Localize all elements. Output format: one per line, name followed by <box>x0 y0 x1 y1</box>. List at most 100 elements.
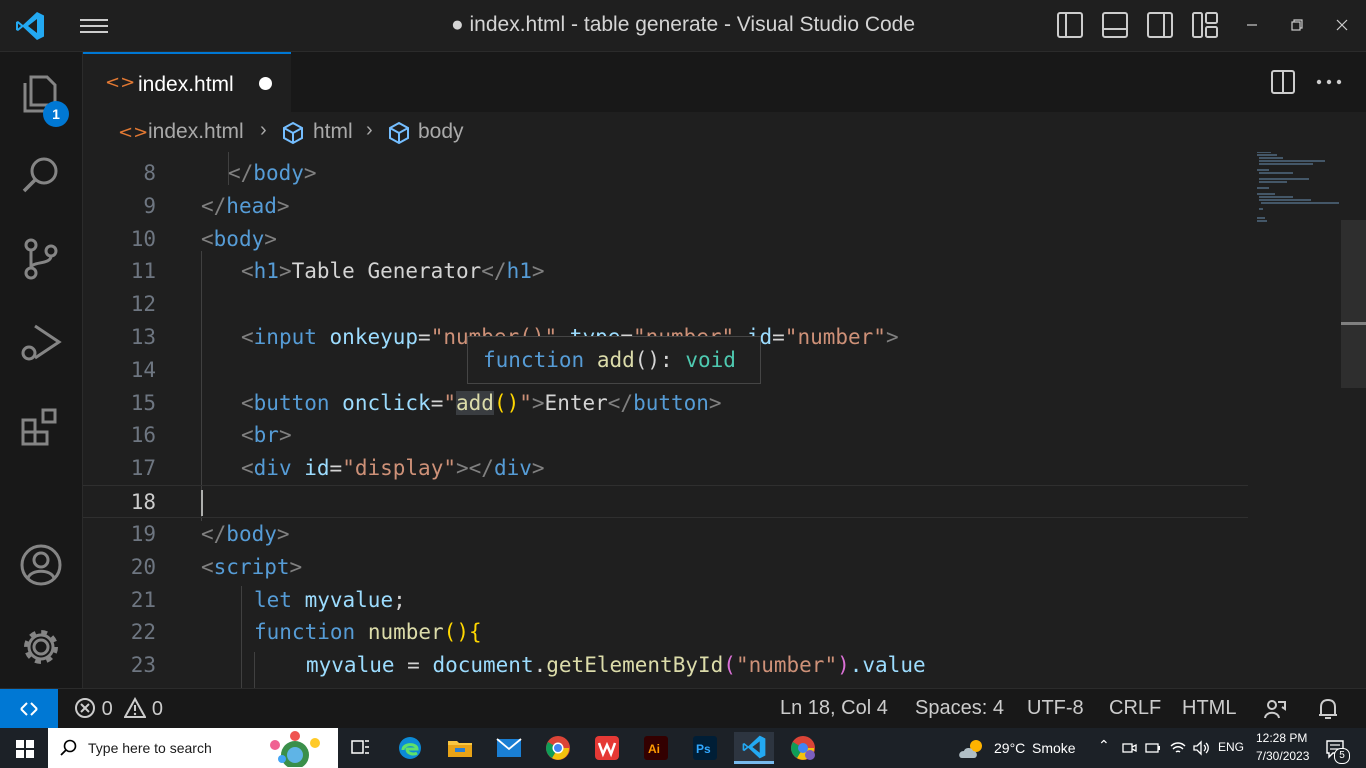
line-number: 19 <box>130 522 156 546</box>
cursor-position[interactable]: Ln 18, Col 4 <box>780 697 888 720</box>
line-number: 22 <box>130 620 156 644</box>
task-view-button[interactable] <box>340 732 380 764</box>
chevron-up-icon[interactable]: ⌃ <box>1098 738 1110 754</box>
language-mode[interactable]: HTML <box>1182 697 1236 720</box>
breadcrumb-html[interactable]: html <box>313 120 353 144</box>
gear-icon <box>24 630 58 664</box>
vertical-scrollbar[interactable] <box>1341 220 1366 388</box>
volume-icon[interactable] <box>1192 740 1210 756</box>
search-icon <box>60 739 77 756</box>
windows-taskbar: Type here to search Ai Ps 29°C Smoke ⌃ E… <box>0 728 1366 768</box>
code-line: 9 </head> <box>83 190 1253 223</box>
code-line-current: 18 <box>83 485 1248 518</box>
line-number: 10 <box>130 227 156 251</box>
menu-icon[interactable] <box>80 15 108 37</box>
breadcrumb-file[interactable]: index.html <box>148 120 244 144</box>
accounts-button[interactable] <box>0 530 82 600</box>
encoding[interactable]: UTF-8 <box>1027 697 1084 720</box>
code-token: ( <box>723 653 736 677</box>
toggle-secondary-sidebar-icon[interactable] <box>1145 10 1175 40</box>
line-number: 14 <box>130 358 156 382</box>
source-control-icon <box>24 238 58 280</box>
code-line: 10 <body> <box>83 223 1253 256</box>
bell-icon[interactable] <box>1317 697 1339 721</box>
editor-tab-bar: <> index.html <box>83 52 1366 112</box>
remote-window-button[interactable] <box>0 689 58 729</box>
feedback-icon[interactable] <box>1263 698 1287 720</box>
end-of-line[interactable]: CRLF <box>1109 697 1161 720</box>
svg-text:Ai: Ai <box>648 742 660 756</box>
customize-layout-icon[interactable] <box>1190 10 1220 40</box>
code-editor[interactable]: 8 </body> 9 </head> 10 <body> 11 <h1>Tab… <box>83 152 1366 688</box>
battery-plug-icon[interactable] <box>1144 740 1162 756</box>
input-language[interactable]: ENG <box>1218 740 1244 754</box>
split-editor-icon[interactable] <box>1270 69 1296 95</box>
toggle-primary-sidebar-icon[interactable] <box>1055 10 1085 40</box>
run-debug-icon <box>21 324 62 361</box>
code-token: myvalue <box>306 653 395 677</box>
clock-time[interactable]: 12:28 PM <box>1256 731 1307 745</box>
run-debug-button[interactable] <box>0 307 82 377</box>
scrollbar-cursor-marker <box>1341 322 1366 325</box>
restore-button[interactable] <box>1277 8 1317 42</box>
code-line: 15 <button onclick="add()">Enter</button… <box>83 387 1253 420</box>
extensions-button[interactable] <box>0 391 82 461</box>
code-line: 22 function number(){ <box>83 616 1253 649</box>
meet-now-icon[interactable] <box>1121 740 1137 756</box>
illustrator-app[interactable]: Ai <box>636 732 676 764</box>
wifi-icon[interactable] <box>1169 740 1187 756</box>
taskbar-search-box[interactable]: Type here to search <box>48 728 338 768</box>
code-token: id <box>304 456 330 480</box>
line-number: 17 <box>130 456 156 480</box>
manage-button[interactable] <box>0 612 82 682</box>
task-view-icon <box>351 740 369 754</box>
clock-date[interactable]: 7/30/2023 <box>1256 749 1309 763</box>
minimize-button[interactable] <box>1232 8 1272 42</box>
indentation[interactable]: Spaces: 4 <box>915 697 1004 720</box>
source-control-button[interactable] <box>0 224 82 294</box>
code-token: () <box>493 391 520 415</box>
unsaved-indicator[interactable] <box>259 77 272 90</box>
problems-indicator[interactable]: 0 0 <box>74 696 163 721</box>
warning-count: 0 <box>151 698 163 720</box>
wps-office-app[interactable] <box>587 732 627 764</box>
code-token: br <box>253 423 279 447</box>
tab-index-html[interactable]: <> index.html <box>83 52 291 112</box>
chrome-profile-app[interactable] <box>783 732 823 764</box>
search-view-button[interactable] <box>0 140 82 210</box>
weather-temperature[interactable]: 29°C <box>994 740 1025 756</box>
vscode-app[interactable] <box>734 732 774 764</box>
line-number: 18 <box>130 490 156 514</box>
vscode-icon <box>742 735 766 758</box>
breadcrumb-body[interactable]: body <box>418 120 464 144</box>
svg-text:Ps: Ps <box>696 742 711 756</box>
minimap[interactable] <box>1253 152 1343 252</box>
close-window-button[interactable] <box>1322 8 1362 42</box>
weather-description[interactable]: Smoke <box>1032 740 1076 756</box>
file-explorer-app[interactable] <box>440 732 480 764</box>
edge-app[interactable] <box>390 732 430 764</box>
code-token: div <box>493 456 532 480</box>
text-cursor <box>201 490 203 516</box>
hover-return-type: void <box>685 348 736 372</box>
toggle-panel-icon[interactable] <box>1100 10 1130 40</box>
chrome-app[interactable] <box>538 732 578 764</box>
tab-label: index.html <box>138 73 234 96</box>
code-token: let <box>254 588 292 612</box>
line-number: 13 <box>130 325 156 349</box>
wps-icon <box>595 736 619 760</box>
code-token: div <box>253 456 292 480</box>
code-token: script <box>213 555 290 579</box>
mail-app[interactable] <box>489 732 529 764</box>
status-bar: 0 0 Ln 18, Col 4 Spaces: 4 UTF-8 CRLF HT… <box>0 688 1366 729</box>
code-token: function <box>254 620 356 644</box>
windows-start-icon[interactable] <box>16 740 34 758</box>
code-token: Enter <box>544 391 608 415</box>
weather-icon[interactable] <box>958 738 988 760</box>
photoshop-app[interactable]: Ps <box>685 732 725 764</box>
chrome-icon <box>791 736 815 760</box>
more-actions-icon[interactable] <box>1314 69 1344 95</box>
code-token: onclick <box>342 391 431 415</box>
explorer-button[interactable]: 1 <box>0 58 82 128</box>
line-number: 9 <box>143 194 156 218</box>
